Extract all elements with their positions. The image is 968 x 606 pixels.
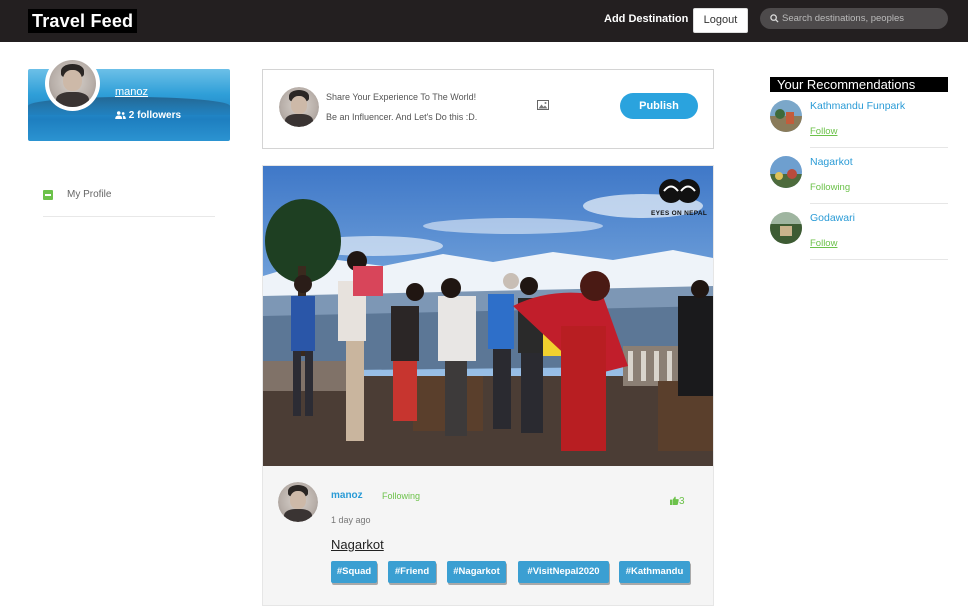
recommendations-heading: Your Recommendations [770, 77, 948, 92]
destination-thumbnail[interactable] [770, 212, 802, 244]
add-destination-link[interactable]: Add Destination [604, 13, 688, 25]
destination-name-link[interactable]: Nagarkot [810, 156, 853, 168]
image-upload-icon[interactable] [537, 100, 549, 110]
group-photo-image [263, 166, 713, 466]
composer-prompt-line1[interactable]: Share Your Experience To The World! [326, 92, 476, 102]
followers-count[interactable]: 2 followers [115, 110, 181, 121]
follow-button[interactable]: Follow [810, 126, 837, 137]
like-count: 3 [679, 496, 685, 507]
like-button[interactable]: 3 [670, 496, 685, 507]
destination-thumbnail[interactable] [770, 100, 802, 132]
destination-name-link[interactable]: Kathmandu Funpark [810, 100, 905, 112]
minus-square-icon [43, 190, 53, 200]
top-navbar: Travel Feed Add Destination Logout [0, 0, 968, 42]
destination-name-link[interactable]: Godawari [810, 212, 855, 224]
tag-chip[interactable]: #VisitNepal2020 [518, 561, 609, 583]
tag-chip[interactable]: #Nagarkot [447, 561, 506, 583]
brand-logo[interactable]: Travel Feed [28, 9, 138, 33]
post-photo[interactable]: EYES ON NEPAL [263, 166, 713, 466]
search-input[interactable] [782, 8, 942, 29]
destination-thumbnail[interactable] [770, 156, 802, 188]
search-box [760, 8, 948, 29]
sidebar-item-label: My Profile [67, 189, 112, 200]
search-icon [770, 14, 779, 23]
post-timestamp: 1 day ago [331, 515, 371, 525]
composer-prompt-line2[interactable]: Be an Influencer. And Let's Do this :D. [326, 112, 477, 122]
post-author-name[interactable]: manoz [331, 490, 363, 501]
avatar[interactable] [45, 56, 100, 111]
follow-status[interactable]: Following [382, 491, 420, 501]
tag-chip[interactable]: #Friend [388, 561, 436, 583]
feed-post: EYES ON NEPAL manoz Following 1 day ago … [262, 165, 714, 606]
post-composer: Share Your Experience To The World! Be a… [262, 69, 714, 149]
post-author-avatar[interactable] [278, 482, 318, 522]
logout-button[interactable]: Logout [693, 8, 748, 33]
thumbs-up-icon [670, 496, 679, 505]
followers-label: 2 followers [128, 110, 182, 121]
sidebar-item-my-profile[interactable]: My Profile [43, 189, 215, 217]
post-location-link[interactable]: Nagarkot [331, 537, 384, 552]
publish-button[interactable]: Publish [620, 93, 698, 119]
following-button[interactable]: Following [810, 182, 850, 193]
users-icon [115, 111, 126, 119]
composer-avatar [279, 87, 319, 127]
tag-chip[interactable]: #Kathmandu [619, 561, 690, 583]
eyes-on-nepal-logo [659, 179, 700, 203]
tag-chip[interactable]: #Squad [331, 561, 377, 583]
watermark-text: EYES ON NEPAL [651, 210, 708, 217]
profile-name-link[interactable]: manoz [115, 86, 148, 98]
follow-button[interactable]: Follow [810, 238, 837, 249]
